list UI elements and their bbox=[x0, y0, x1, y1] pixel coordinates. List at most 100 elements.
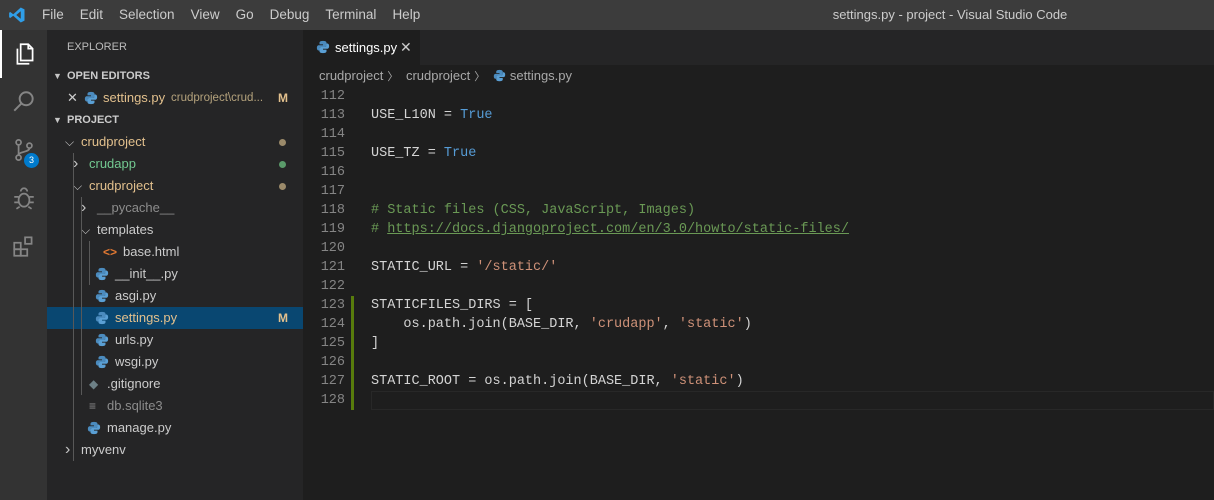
explorer-activity-button[interactable] bbox=[0, 30, 47, 78]
search-activity-button[interactable] bbox=[0, 78, 47, 126]
code-line: 115 USE_TZ = True bbox=[303, 144, 1214, 163]
tree-item[interactable]: asgi.py bbox=[47, 285, 303, 307]
breadcrumb-item[interactable]: settings.py bbox=[510, 68, 572, 83]
chevron-down-icon[interactable]: ⌵ bbox=[81, 219, 90, 241]
tree-item[interactable]: <> base.html bbox=[47, 241, 303, 263]
open-editor-path: crudproject\crud... bbox=[171, 92, 264, 104]
code-token: '/static/' bbox=[476, 260, 558, 275]
menu-item-selection[interactable]: Selection bbox=[111, 0, 183, 30]
open-editor-filename: settings.py bbox=[103, 90, 166, 105]
tree-item-label: __init__.py bbox=[115, 266, 178, 281]
code-line: 128 bbox=[303, 391, 1214, 410]
code-token: 'static' bbox=[678, 317, 744, 332]
tab-settings-py[interactable]: settings.py ✕ bbox=[303, 30, 420, 65]
tree-item[interactable]: ≡ db.sqlite3 bbox=[47, 395, 303, 417]
code-line: 120 bbox=[303, 239, 1214, 258]
code-token: ] bbox=[371, 336, 380, 351]
line-number: 112 bbox=[320, 89, 345, 104]
line-number: 120 bbox=[320, 241, 345, 256]
code-token: ) bbox=[743, 317, 752, 332]
menu-item-help[interactable]: Help bbox=[384, 0, 428, 30]
tree-item-label: __pycache__ bbox=[97, 200, 175, 215]
close-icon[interactable]: ✕ bbox=[67, 87, 78, 109]
python-file-icon bbox=[95, 355, 109, 369]
vscode-logo-icon bbox=[9, 7, 25, 23]
tree-item[interactable]: › __pycache__ bbox=[47, 197, 303, 219]
python-file-icon bbox=[95, 333, 109, 347]
menu-item-go[interactable]: Go bbox=[228, 0, 262, 30]
tree-item[interactable]: settings.py M bbox=[47, 307, 303, 329]
tree-item-label: urls.py bbox=[115, 332, 154, 347]
breadcrumb-item[interactable]: crudproject bbox=[406, 68, 470, 83]
database-file-icon: ≡ bbox=[89, 399, 97, 413]
menu-item-terminal[interactable]: Terminal bbox=[317, 0, 384, 30]
code-token: STATICFILES_DIRS = [ bbox=[371, 298, 534, 313]
line-number: 128 bbox=[320, 393, 345, 408]
editor-area: settings.py ✕ crudproject 〉 crudproject 〉 … bbox=[303, 30, 1214, 500]
tree-item[interactable]: › myvenv bbox=[47, 439, 303, 461]
line-number: 116 bbox=[320, 165, 345, 180]
code-token: # bbox=[371, 222, 388, 237]
line-number: 126 bbox=[320, 355, 345, 370]
git-file-icon: ◆ bbox=[89, 377, 99, 391]
tree-item[interactable]: urls.py bbox=[47, 329, 303, 351]
tree-item[interactable]: wsgi.py bbox=[47, 351, 303, 373]
chevron-down-icon[interactable]: ⌵ bbox=[65, 131, 74, 153]
git-added-gutter bbox=[351, 315, 354, 334]
activity-bar: 3 bbox=[0, 30, 47, 500]
tree-item-label: templates bbox=[97, 222, 154, 237]
code-token: USE_L10N = bbox=[371, 108, 461, 123]
tree-item-label: crudapp bbox=[89, 156, 136, 171]
code-token: 'static' bbox=[670, 374, 736, 389]
line-number: 117 bbox=[320, 184, 345, 199]
source-control-activity-button[interactable]: 3 bbox=[0, 126, 47, 174]
python-file-icon bbox=[493, 69, 506, 82]
menu-item-debug[interactable]: Debug bbox=[262, 0, 318, 30]
code-token: STATIC_ROOT = os.path.join(BASE_DIR, bbox=[371, 374, 671, 389]
tab-label: settings.py bbox=[335, 40, 398, 55]
explorer-sidebar: EXPLORER ▼ OPEN EDITORS ✕ settings.py cru… bbox=[47, 30, 303, 500]
line-number: 114 bbox=[320, 127, 345, 142]
tree-item[interactable]: ⌵ crudproject bbox=[47, 175, 303, 197]
code-line: 121 STATIC_URL = '/static/' bbox=[303, 258, 1214, 277]
tree-item-label: crudproject bbox=[89, 178, 154, 193]
python-file-icon bbox=[95, 311, 109, 325]
code-line: 113 USE_L10N = True bbox=[303, 106, 1214, 125]
menu-item-file[interactable]: File bbox=[34, 0, 72, 30]
tree-item[interactable]: ◆ .gitignore bbox=[47, 373, 303, 395]
code-line: 124 os.path.join(BASE_DIR, 'crudapp', 's… bbox=[303, 315, 1214, 334]
debug-icon bbox=[13, 187, 34, 210]
line-number: 124 bbox=[320, 317, 345, 332]
breadcrumb-item[interactable]: crudproject bbox=[319, 68, 383, 83]
code-line: 114 bbox=[303, 125, 1214, 144]
code-token: , bbox=[662, 317, 679, 332]
chevron-down-icon[interactable]: ⌵ bbox=[73, 175, 82, 197]
tree-item[interactable]: __init__.py bbox=[47, 263, 303, 285]
window-title: settings.py - project - Visual Studio Co… bbox=[832, 7, 1068, 22]
tree-item[interactable]: ⌵ templates bbox=[47, 219, 303, 241]
chevron-right-icon[interactable]: › bbox=[65, 439, 70, 461]
tab-bar: settings.py ✕ bbox=[303, 30, 1214, 65]
debug-activity-button[interactable] bbox=[0, 174, 47, 222]
open-editor-item[interactable]: ✕ settings.py crudproject\crud... M bbox=[47, 87, 303, 109]
tree-item[interactable]: manage.py bbox=[47, 417, 303, 439]
tree-item-label: base.html bbox=[123, 244, 180, 259]
close-icon[interactable]: ✕ bbox=[400, 30, 412, 65]
extensions-activity-button[interactable] bbox=[0, 222, 47, 270]
html-file-icon: <> bbox=[103, 245, 118, 259]
chevron-down-icon: ▼ bbox=[53, 115, 62, 125]
open-editors-header[interactable]: ▼ OPEN EDITORS bbox=[47, 65, 303, 87]
breadcrumb: crudproject 〉 crudproject 〉 settings.py bbox=[303, 65, 1214, 87]
tree-item-label: manage.py bbox=[107, 420, 172, 435]
tree-item-label: settings.py bbox=[115, 310, 178, 325]
tree-item[interactable]: › crudapp bbox=[47, 153, 303, 175]
menu-item-edit[interactable]: Edit bbox=[72, 0, 111, 30]
tree-item-label: asgi.py bbox=[115, 288, 157, 303]
code-token: USE_TZ = bbox=[371, 146, 444, 161]
menu-item-view[interactable]: View bbox=[183, 0, 228, 30]
modified-badge: M bbox=[278, 311, 288, 325]
explorer-title: EXPLORER bbox=[67, 41, 127, 53]
tree-item[interactable]: ⌵ crudproject bbox=[47, 131, 303, 153]
tree-item-label: wsgi.py bbox=[115, 354, 159, 369]
project-header[interactable]: ▼ PROJECT bbox=[47, 109, 303, 131]
